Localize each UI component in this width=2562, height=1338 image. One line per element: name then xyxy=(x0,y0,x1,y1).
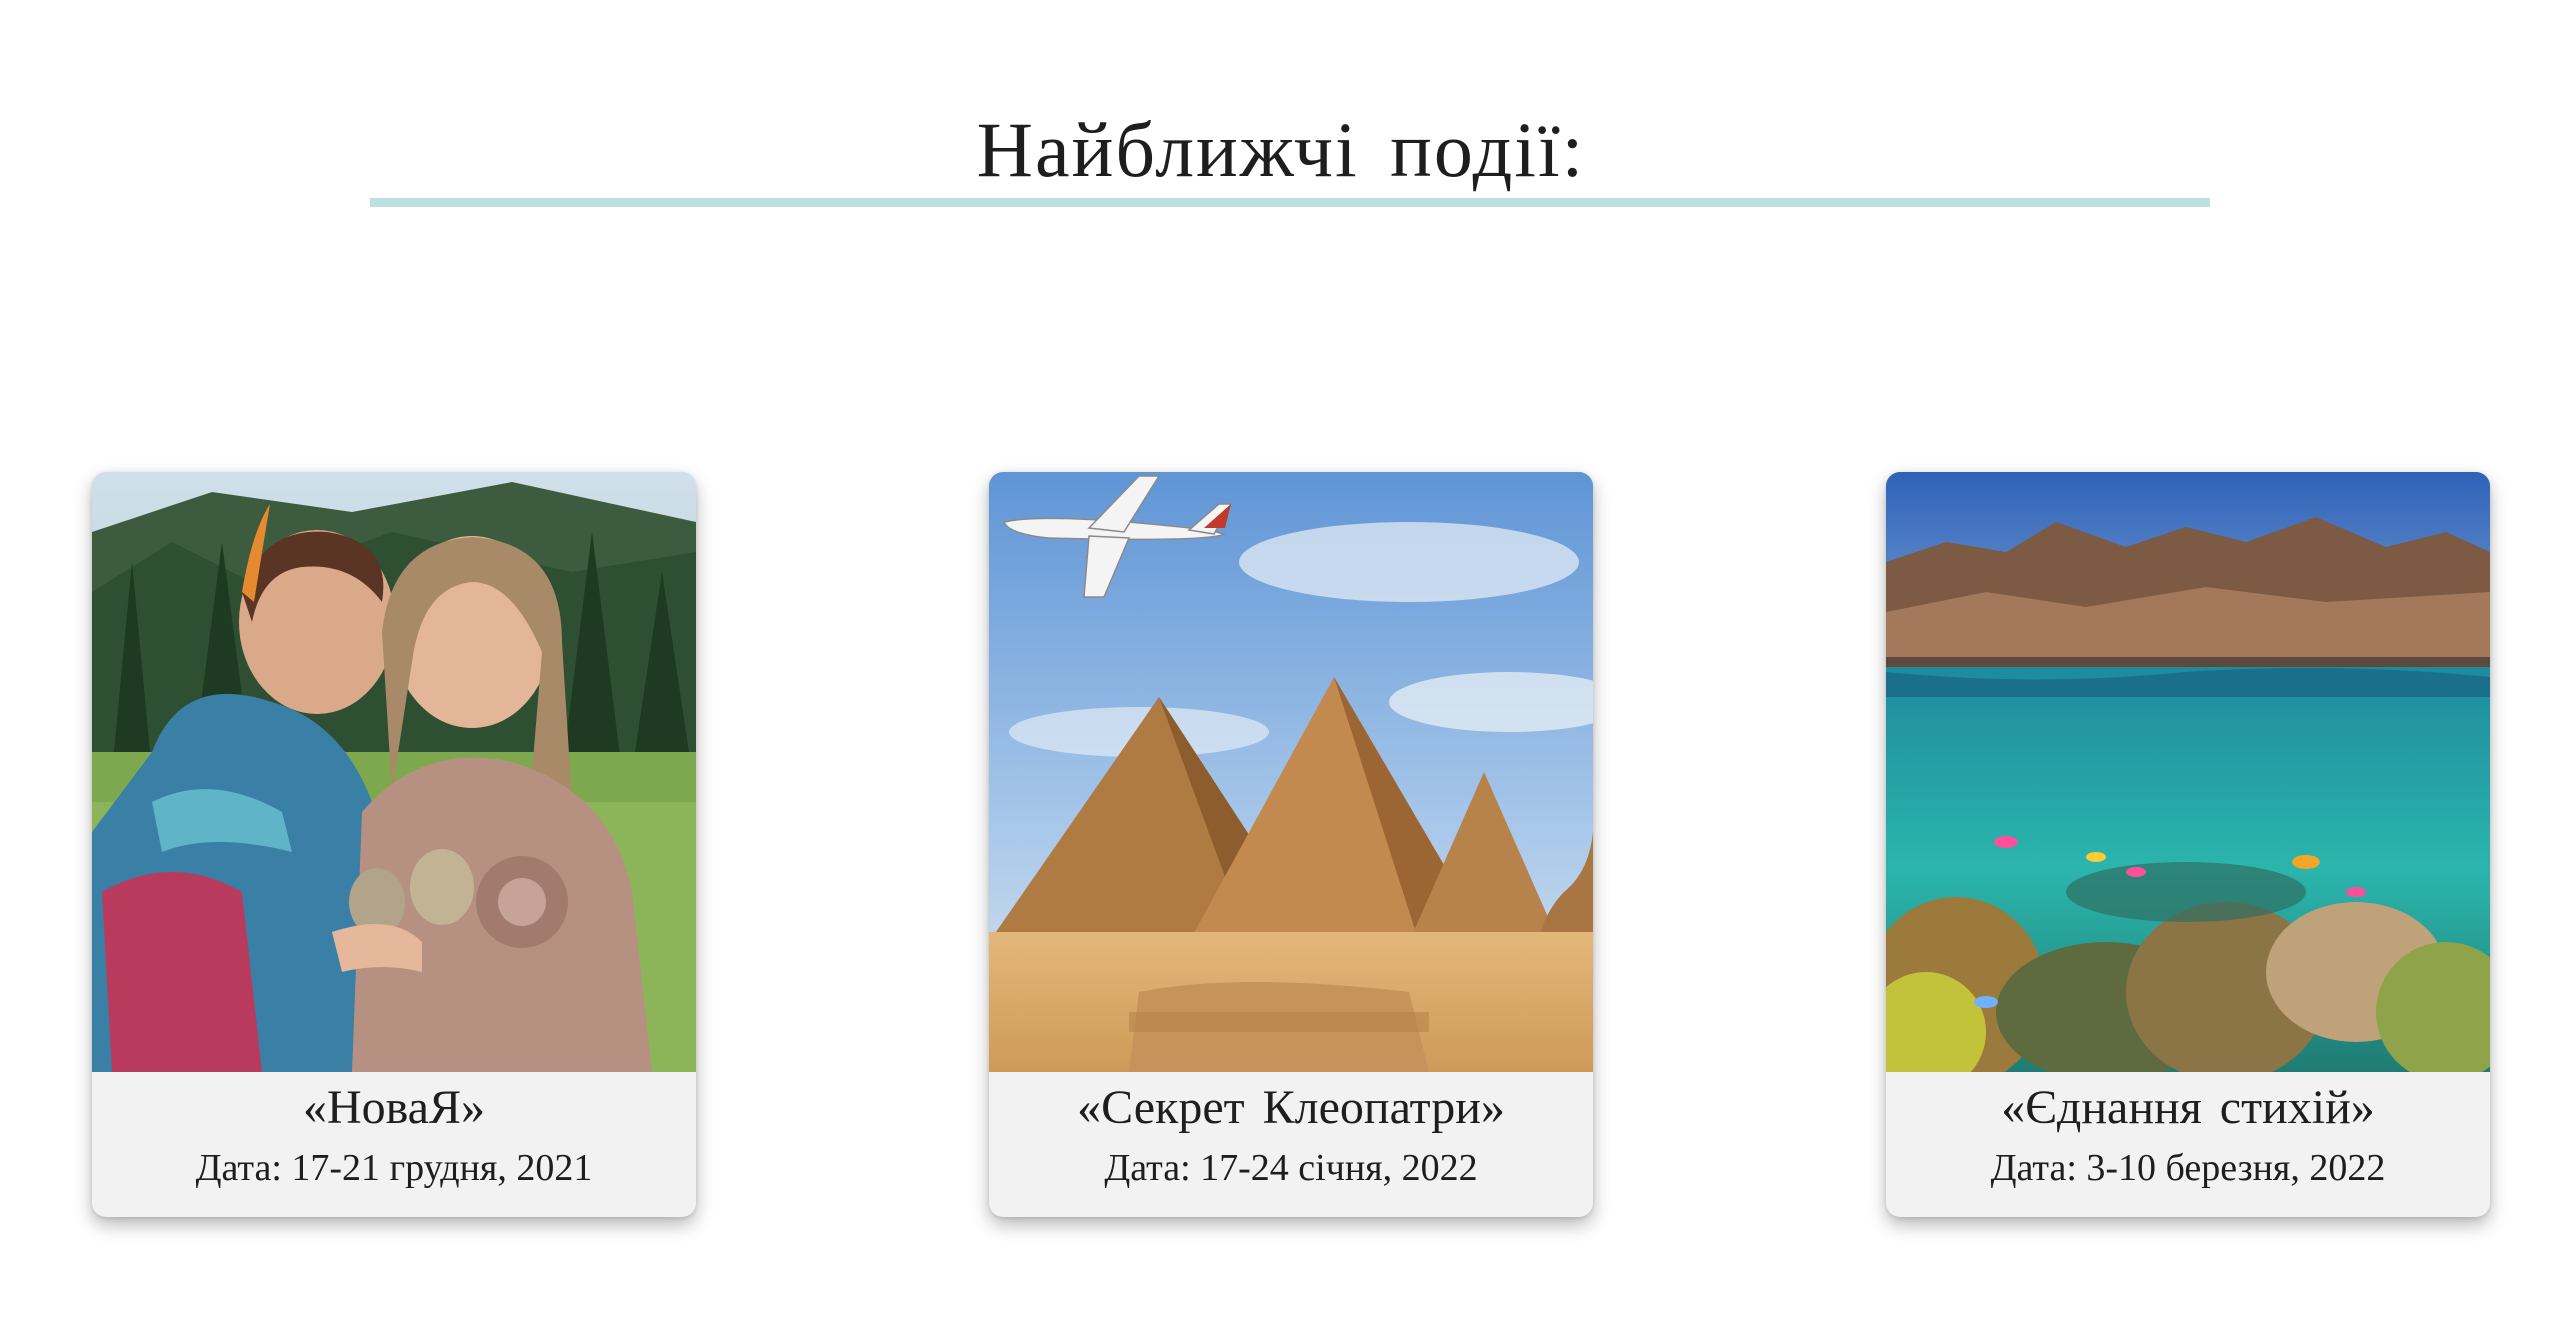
event-title[interactable]: «НоваЯ» xyxy=(92,1072,696,1136)
event-info-novaya: «НоваЯ» Дата: 17-21 грудня, 2021 xyxy=(92,1072,696,1217)
event-info-cleopatra: «Секрет Клеопатри» Дата: 17-24 січня, 20… xyxy=(989,1072,1593,1217)
events-page: Найближчі події: «НоваЯ» Дата: 17-21 гру… xyxy=(0,0,2562,1338)
event-card-cleopatra[interactable]: «Секрет Клеопатри» Дата: 17-24 січня, 20… xyxy=(989,472,1593,1217)
event-image-novaya[interactable] xyxy=(92,472,696,1072)
event-card-elements[interactable]: «Єднання стихій» Дата: 3-10 березня, 202… xyxy=(1886,472,2490,1217)
event-date: Дата: 3-10 березня, 2022 xyxy=(1990,1147,2386,1189)
two-women-photo xyxy=(92,472,696,1072)
event-image-cleopatra[interactable] xyxy=(989,472,1593,1072)
section-title: Найближчі події: xyxy=(976,106,1586,193)
coral-reef-photo xyxy=(1886,472,2490,1072)
events-list: «НоваЯ» Дата: 17-21 грудня, 2021 «Секрет… xyxy=(0,472,2562,1217)
pyramids-photo xyxy=(989,472,1593,1072)
event-info-elements: «Єднання стихій» Дата: 3-10 березня, 202… xyxy=(1886,1072,2490,1217)
event-card-novaya[interactable]: «НоваЯ» Дата: 17-21 грудня, 2021 xyxy=(92,472,696,1217)
event-date: Дата: 17-24 січня, 2022 xyxy=(1104,1147,1478,1189)
event-date: Дата: 17-21 грудня, 2021 xyxy=(195,1147,593,1189)
event-title[interactable]: «Секрет Клеопатри» xyxy=(989,1072,1593,1136)
event-title[interactable]: «Єднання стихій» xyxy=(1886,1072,2490,1136)
title-underline xyxy=(370,198,2210,207)
event-image-elements[interactable] xyxy=(1886,472,2490,1072)
